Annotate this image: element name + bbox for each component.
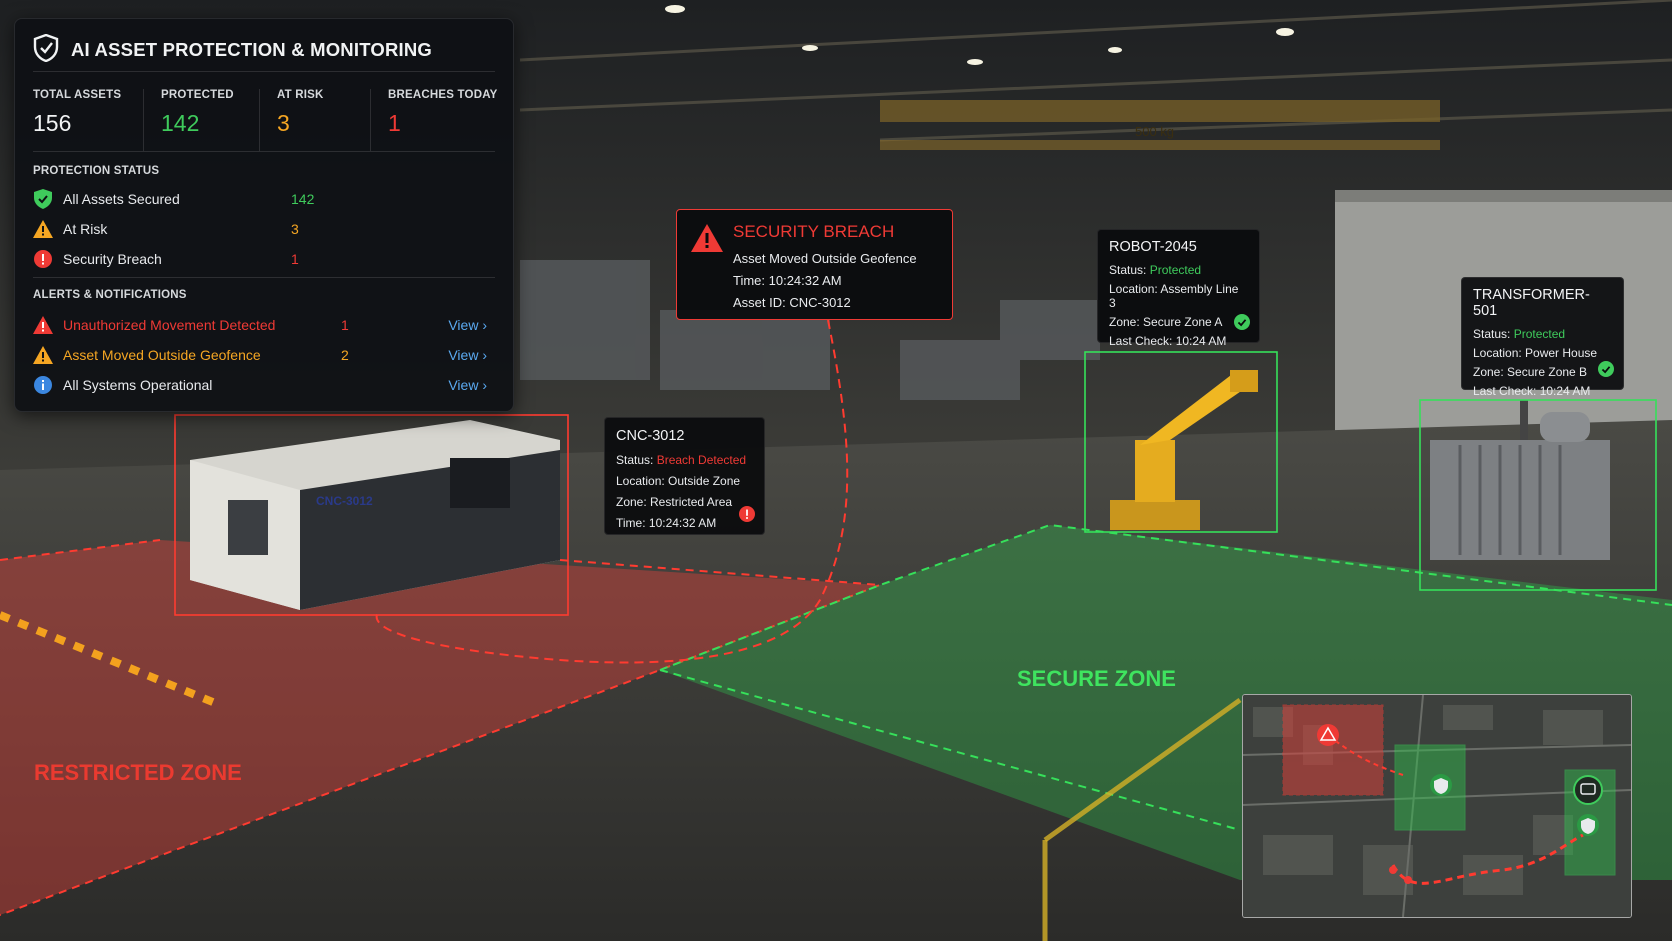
- asset-zone: Zone: Secure Zone A: [1109, 315, 1223, 329]
- divider: [33, 71, 495, 72]
- check-circle-icon: [1234, 314, 1250, 333]
- alert-circle-icon: [739, 506, 755, 525]
- asset-zone: Zone: Restricted Area: [616, 495, 733, 509]
- status-value: Protected: [1149, 263, 1202, 277]
- stat-breaches-today: BREACHES TODAY 1: [388, 89, 498, 137]
- status-value: Protected: [1513, 327, 1566, 341]
- stat-label: AT RISK: [277, 89, 324, 101]
- stat-label: BREACHES TODAY: [388, 89, 498, 101]
- asset-name: CNC-3012: [616, 428, 685, 444]
- asset-name: TRANSFORMER-501: [1473, 287, 1590, 319]
- warning-icon: [33, 345, 53, 365]
- restricted-zone-label: RESTRICTED ZONE: [34, 760, 242, 785]
- warning-icon: [33, 219, 53, 239]
- alert-label: All Systems Operational: [63, 377, 213, 393]
- stat-protected: PROTECTED 142: [161, 89, 234, 137]
- view-link[interactable]: View ›: [448, 377, 487, 393]
- status-count: 142: [291, 191, 315, 207]
- asset-card-transformer-501[interactable]: TRANSFORMER-501 Status: Protected Locati…: [1461, 277, 1624, 398]
- alerts-title: ALERTS & NOTIFICATIONS: [33, 289, 187, 301]
- status-value: Breach Detected: [656, 453, 747, 467]
- asset-name: ROBOT-2045: [1109, 239, 1197, 255]
- asset-status: Status: Protected: [1473, 327, 1566, 341]
- breach-asset-id: Asset ID: CNC-3012: [733, 295, 851, 310]
- warning-icon: [33, 315, 53, 335]
- stat-label: PROTECTED: [161, 89, 234, 101]
- stat-value: 1: [388, 110, 401, 136]
- status-row-breach[interactable]: Security Breach 1: [33, 246, 495, 272]
- asset-card-cnc-3012[interactable]: CNC-3012 Status: Breach Detected Locatio…: [604, 417, 765, 535]
- status-label: All Assets Secured: [63, 191, 180, 207]
- divider: [370, 89, 371, 151]
- divider: [33, 151, 495, 152]
- stat-at-risk: AT RISK 3: [277, 89, 324, 137]
- view-link[interactable]: View ›: [448, 317, 487, 333]
- machine-body-label: CNC-3012: [316, 494, 373, 508]
- alert-label: Unauthorized Movement Detected: [63, 317, 276, 333]
- stat-value: 3: [277, 110, 290, 136]
- site-minimap[interactable]: [1242, 694, 1632, 918]
- status-count: 1: [291, 251, 299, 267]
- breach-time: Time: 10:24:32 AM: [733, 273, 842, 288]
- asset-last-check: Last Check: 10:24 AM: [1473, 384, 1591, 398]
- alert-label: Asset Moved Outside Geofence: [63, 347, 261, 363]
- shield-check-icon: [33, 189, 53, 209]
- crane-capacity-text: 500 kg: [1135, 124, 1174, 139]
- divider: [259, 89, 260, 151]
- status-row-secured[interactable]: All Assets Secured 142: [33, 186, 495, 212]
- status-label: At Risk: [63, 221, 108, 237]
- panel-header: AI ASSET PROTECTION & MONITORING: [33, 33, 432, 67]
- divider: [143, 89, 144, 151]
- stat-value: 142: [161, 110, 200, 136]
- asset-location: Location: Power House: [1473, 346, 1598, 360]
- status-label: Security Breach: [63, 251, 162, 267]
- asset-status: Status: Protected: [1109, 263, 1202, 277]
- alert-row-unauthorized[interactable]: Unauthorized Movement Detected 1 View ›: [33, 312, 495, 338]
- stat-value: 156: [33, 110, 72, 136]
- status-row-at-risk[interactable]: At Risk 3: [33, 216, 495, 242]
- check-circle-icon: [1598, 361, 1614, 380]
- panel-title: AI ASSET PROTECTION & MONITORING: [71, 39, 432, 60]
- asset-card-robot-2045[interactable]: ROBOT-2045 Status: Protected Location: A…: [1097, 229, 1260, 348]
- asset-protection-panel: AI ASSET PROTECTION & MONITORING TOTAL A…: [14, 18, 514, 412]
- view-link[interactable]: View ›: [448, 347, 487, 363]
- asset-status: Status: Breach Detected: [616, 453, 747, 467]
- alert-circle-icon: [33, 249, 53, 269]
- stat-total-assets: TOTAL ASSETS 156: [33, 89, 121, 137]
- asset-zone: Zone: Secure Zone B: [1473, 365, 1588, 379]
- status-count: 3: [291, 221, 299, 237]
- asset-location: Location: Outside Zone: [616, 474, 741, 488]
- alert-row-operational[interactable]: All Systems Operational View ›: [33, 372, 495, 398]
- info-icon: [33, 375, 53, 395]
- stat-label: TOTAL ASSETS: [33, 89, 122, 101]
- alert-row-geofence[interactable]: Asset Moved Outside Geofence 2 View ›: [33, 342, 495, 368]
- alert-count: 1: [341, 317, 349, 333]
- warning-icon: [691, 224, 723, 255]
- alert-count: 2: [341, 347, 349, 363]
- asset-location: Location: Assembly Line 3: [1109, 282, 1239, 310]
- breach-title: SECURITY BREACH: [733, 222, 895, 241]
- protection-status-title: PROTECTION STATUS: [33, 165, 160, 177]
- breach-detail: Asset Moved Outside Geofence: [733, 251, 917, 266]
- asset-time: Time: 10:24:32 AM: [616, 516, 717, 530]
- asset-last-check: Last Check: 10:24 AM: [1109, 334, 1227, 348]
- shield-icon: [33, 33, 59, 67]
- secure-zone-label: SECURE ZONE: [1017, 666, 1176, 691]
- divider: [33, 277, 495, 278]
- security-breach-card[interactable]: SECURITY BREACH Asset Moved Outside Geof…: [676, 209, 953, 320]
